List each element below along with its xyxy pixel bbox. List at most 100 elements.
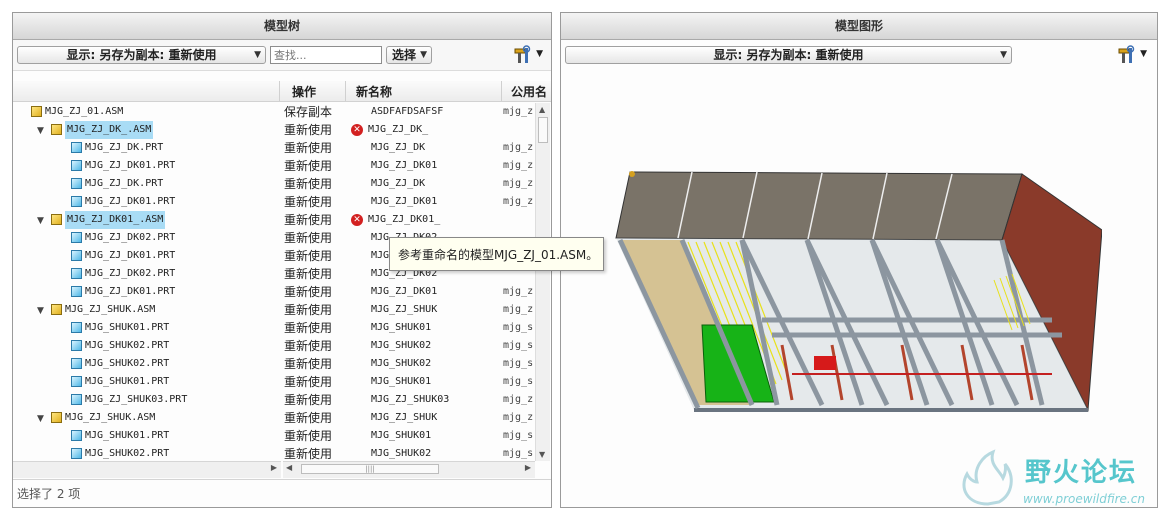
common-name-cell: mjg_s [503, 358, 534, 369]
operation-cell[interactable]: 重新使用 [284, 247, 332, 265]
chevron-down-icon: ▼ [1140, 49, 1147, 59]
part-icon [71, 178, 82, 189]
tree-row[interactable]: MJG_ZJ_DK.PRT 重新使用 MJG_ZJ_DK mjg_z [13, 139, 535, 157]
scroll-left-icon[interactable]: ◀ [286, 463, 292, 472]
operation-cell[interactable]: 重新使用 [284, 391, 332, 409]
new-name-cell[interactable]: MJG_SHUK01 [371, 373, 431, 391]
operation-cell[interactable]: 重新使用 [284, 193, 332, 211]
horizontal-scrollbar-left[interactable]: ▶ [13, 461, 281, 478]
model-3d-graphic[interactable] [602, 160, 1102, 430]
new-name-cell[interactable]: MJG_SHUK01 [371, 427, 431, 445]
new-name-cell[interactable]: MJG_ZJ_DK01 [371, 193, 437, 211]
operation-cell[interactable]: 保存副本 [284, 103, 332, 121]
tree-row[interactable]: ▼ MJG_ZJ_DK01_.ASM 重新使用 ✕ MJG_ZJ_DK01_ [13, 211, 535, 229]
settings-tools-button[interactable]: ▼ [1117, 45, 1147, 65]
operation-cell[interactable]: 重新使用 [284, 121, 332, 139]
common-name-cell: mjg_s [503, 340, 534, 351]
tree-row[interactable]: MJG_ZJ_DK01.PRT 重新使用 MJG_ZJ_DK01 mjg_z [13, 283, 535, 301]
scroll-right-icon[interactable]: ▶ [271, 463, 277, 472]
col-new-name[interactable]: 新名称 [356, 83, 392, 100]
new-name-cell[interactable]: MJG_ZJ_DK [371, 175, 425, 193]
operation-cell[interactable]: 重新使用 [284, 427, 332, 445]
part-icon [71, 196, 82, 207]
new-name-cell[interactable]: MJG_ZJ_DK01 [371, 157, 437, 175]
operation-cell[interactable]: 重新使用 [284, 139, 332, 157]
common-name-cell: mjg_z [503, 394, 534, 405]
tree-row[interactable]: MJG_SHUK02.PRT 重新使用 MJG_SHUK02 mjg_s [13, 355, 535, 373]
scroll-down-icon[interactable]: ▼ [539, 450, 545, 459]
part-icon [71, 286, 82, 297]
new-name-cell[interactable]: MJG_SHUK02 [371, 445, 431, 461]
operation-cell[interactable]: 重新使用 [284, 337, 332, 355]
tree-row[interactable]: MJG_ZJ_SHUK03.PRT 重新使用 MJG_ZJ_SHUK03 mjg_z [13, 391, 535, 409]
tree-row[interactable]: ▼ MJG_ZJ_DK_.ASM 重新使用 ✕ MJG_ZJ_DK_ [13, 121, 535, 139]
expand-toggle-icon[interactable]: ▼ [37, 302, 44, 320]
tree-row[interactable]: ▼ MJG_ZJ_SHUK.ASM 重新使用 MJG_ZJ_SHUK mjg_z [13, 409, 535, 427]
operation-cell[interactable]: 重新使用 [284, 157, 332, 175]
col-common-name[interactable]: 公用名 [511, 83, 547, 100]
part-icon [71, 430, 82, 441]
operation-cell[interactable]: 重新使用 [284, 229, 332, 247]
operation-cell[interactable]: 重新使用 [284, 373, 332, 391]
expand-toggle-icon[interactable]: ▼ [37, 212, 44, 230]
tree-row[interactable]: MJG_SHUK01.PRT 重新使用 MJG_SHUK01 mjg_s [13, 319, 535, 337]
operation-cell[interactable]: 重新使用 [284, 301, 332, 319]
new-name-cell[interactable]: MJG_ZJ_SHUK [371, 301, 437, 319]
scroll-up-icon[interactable]: ▲ [539, 105, 545, 114]
flame-logo-icon [962, 449, 1013, 506]
tree-row[interactable]: ▼ MJG_ZJ_SHUK.ASM 重新使用 MJG_ZJ_SHUK mjg_z [13, 301, 535, 319]
tree-row[interactable]: MJG_ZJ_DK.PRT 重新使用 MJG_ZJ_DK mjg_z [13, 175, 535, 193]
expand-toggle-icon[interactable]: ▼ [37, 122, 44, 140]
assembly-icon [51, 214, 62, 225]
expand-toggle-icon[interactable]: ▼ [37, 410, 44, 428]
tree-column-header: 操作 新名称 公用名 [13, 81, 551, 102]
new-name-cell[interactable]: MJG_ZJ_DK01 [371, 283, 437, 301]
new-name-cell[interactable]: MJG_ZJ_SHUK03 [371, 391, 449, 409]
operation-cell[interactable]: 重新使用 [284, 175, 332, 193]
tree-row[interactable]: MJG_ZJ_DK01.PRT 重新使用 MJG_ZJ_DK01 mjg_z [13, 157, 535, 175]
model-name: MJG_ZJ_DK01_.ASM [65, 211, 166, 229]
part-icon [71, 322, 82, 333]
tree-row[interactable]: MJG_SHUK02.PRT 重新使用 MJG_SHUK02 mjg_s [13, 337, 535, 355]
tree-row[interactable]: MJG_SHUK01.PRT 重新使用 MJG_SHUK01 mjg_s [13, 373, 535, 391]
operation-cell[interactable]: 重新使用 [284, 319, 332, 337]
common-name-cell: mjg_s [503, 430, 534, 441]
new-name-cell[interactable]: MJG_SHUK02 [371, 337, 431, 355]
scroll-thumb[interactable]: |||| [301, 464, 439, 474]
search-input[interactable] [270, 46, 382, 64]
col-operation[interactable]: 操作 [292, 83, 316, 100]
tree-row[interactable]: MJG_ZJ_01.ASM 保存副本 ASDFAFDSAFSF mjg_z [13, 103, 535, 121]
new-name-cell[interactable]: MJG_ZJ_DK_ [368, 121, 428, 139]
chevron-down-icon: ▼ [1000, 50, 1007, 60]
display-filter-dropdown[interactable]: 显示: 另存为副本: 重新使用 ▼ [17, 46, 266, 64]
operation-cell[interactable]: 重新使用 [284, 265, 332, 283]
scroll-right-icon[interactable]: ▶ [525, 463, 531, 472]
operation-cell[interactable]: 重新使用 [284, 283, 332, 301]
display-filter-dropdown[interactable]: 显示: 另存为副本: 重新使用 ▼ [565, 46, 1012, 64]
tree-row[interactable]: MJG_ZJ_DK01.PRT 重新使用 MJG_ZJ_DK01 mjg_z [13, 193, 535, 211]
new-name-cell[interactable]: MJG_SHUK02 [371, 355, 431, 373]
new-name-cell[interactable]: MJG_ZJ_DK [371, 139, 425, 157]
operation-cell[interactable]: 重新使用 [284, 409, 332, 427]
operation-cell[interactable]: 重新使用 [284, 445, 332, 461]
part-icon [71, 376, 82, 387]
horizontal-scrollbar-right[interactable]: ◀ |||| ▶ [283, 461, 535, 478]
part-icon [71, 358, 82, 369]
chevron-down-icon: ▼ [254, 50, 261, 60]
part-icon [71, 232, 82, 243]
select-dropdown[interactable]: 选择 ▼ [386, 46, 432, 64]
operation-cell[interactable]: 重新使用 [284, 355, 332, 373]
new-name-cell[interactable]: MJG_ZJ_DK01_ [368, 211, 440, 229]
settings-tools-button[interactable]: ▼ [513, 45, 543, 65]
tooltip: 参考重命名的模型MJG_ZJ_01.ASM。 [389, 237, 604, 271]
new-name-cell[interactable]: ASDFAFDSAFSF [371, 103, 443, 121]
vertical-scrollbar[interactable]: ▲ ▼ [535, 103, 550, 461]
new-name-cell[interactable]: MJG_SHUK01 [371, 319, 431, 337]
new-name-cell[interactable]: MJG_ZJ_SHUK [371, 409, 437, 427]
tree-row[interactable]: MJG_SHUK02.PRT 重新使用 MJG_SHUK02 mjg_s [13, 445, 535, 461]
tree-row[interactable]: MJG_SHUK01.PRT 重新使用 MJG_SHUK01 mjg_s [13, 427, 535, 445]
scroll-thumb[interactable] [538, 117, 548, 143]
operation-cell[interactable]: 重新使用 [284, 211, 332, 229]
watermark-title: 野火论坛 [1025, 458, 1138, 488]
part-icon [71, 394, 82, 405]
